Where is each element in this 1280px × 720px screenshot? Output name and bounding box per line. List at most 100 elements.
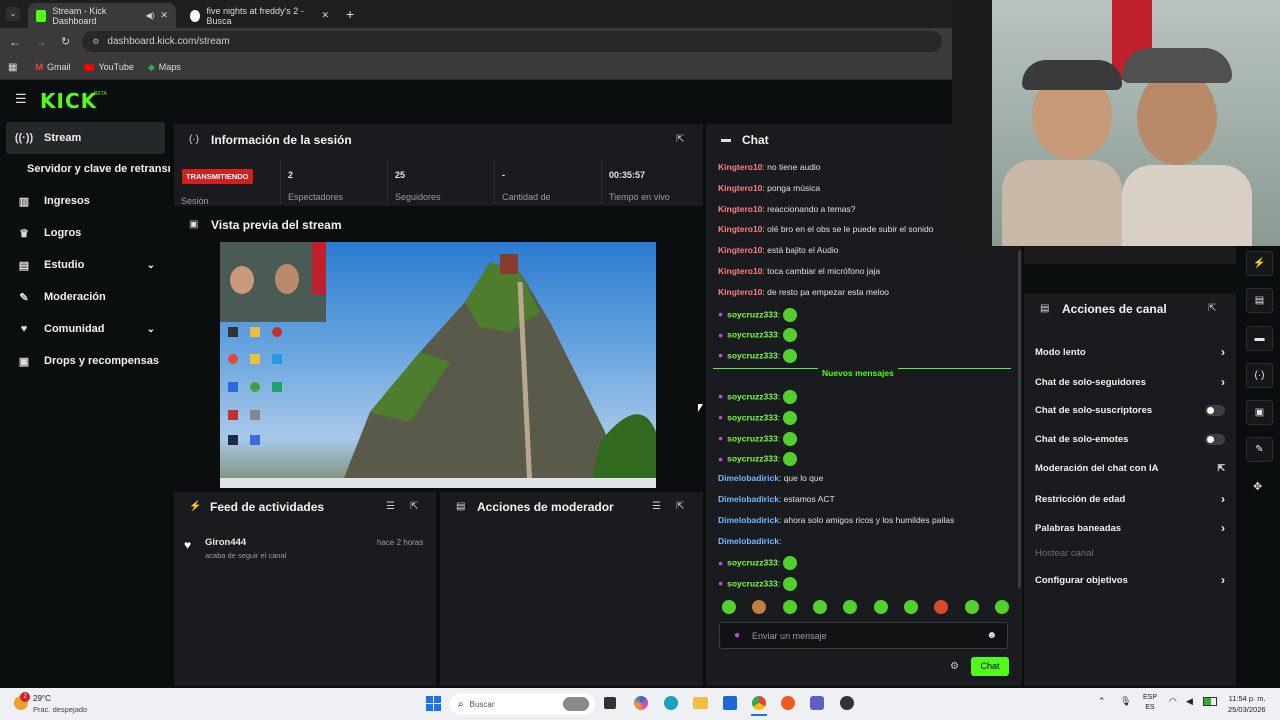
- tab-stream[interactable]: Stream - Kick Dashboard ◀) ✕: [28, 3, 176, 28]
- microphone-tray-icon[interactable]: 🎙: [1120, 696, 1131, 707]
- chat-username[interactable]: Kingtero10: [718, 204, 762, 214]
- emote-icon[interactable]: [964, 600, 979, 614]
- emote-icon[interactable]: [873, 600, 888, 614]
- chat-username[interactable]: Kingtero10: [718, 224, 762, 234]
- close-icon[interactable]: ✕: [321, 10, 329, 21]
- teams-icon[interactable]: [810, 696, 824, 710]
- settings-gear-icon[interactable]: ⚙: [950, 661, 959, 672]
- chat-input[interactable]: ● Enviar un mensaje ☻: [719, 622, 1008, 649]
- filter-icon[interactable]: ☰: [652, 501, 661, 512]
- windows-start-icon[interactable]: [426, 696, 441, 711]
- quick-action-window-icon[interactable]: ▣: [1246, 400, 1273, 425]
- url-field[interactable]: ⚙ dashboard.kick.com/stream: [82, 31, 943, 52]
- action-ai-moderation[interactable]: Moderación del chat con IA ⇱: [1035, 463, 1225, 474]
- chat-username[interactable]: soycruzz333: [727, 412, 778, 422]
- task-view-icon[interactable]: [604, 697, 616, 709]
- filter-icon[interactable]: ☰: [386, 501, 395, 512]
- kick-logo[interactable]: KICK: [40, 89, 97, 113]
- feed-item-user[interactable]: Giron444: [205, 537, 246, 548]
- chat-username[interactable]: Dimelobadirick: [718, 473, 779, 483]
- copilot-icon[interactable]: [634, 696, 648, 710]
- wifi-icon[interactable]: ◠: [1169, 696, 1177, 707]
- chat-username[interactable]: Dimelobadirick: [718, 494, 779, 504]
- clock[interactable]: 11:54 p. m. 25/03/2026: [1228, 693, 1266, 715]
- taskbar-search[interactable]: ⌕ Buscar: [450, 693, 595, 715]
- chat-username[interactable]: Dimelobadirick: [718, 536, 779, 546]
- action-subscribers-only[interactable]: Chat de solo-suscriptores: [1035, 405, 1225, 416]
- quick-action-broadcast-icon[interactable]: (·): [1246, 363, 1273, 388]
- emotes-only-toggle[interactable]: [1205, 434, 1225, 445]
- emote-icon[interactable]: [752, 600, 767, 614]
- chat-scrollbar[interactable]: [1018, 250, 1021, 588]
- sidebar-item-estudio[interactable]: ▤ Estudio ⌄: [6, 249, 165, 281]
- chat-username[interactable]: Kingtero10: [718, 245, 762, 255]
- action-slow-mode[interactable]: Modo lento ›: [1035, 345, 1225, 359]
- action-banned-words[interactable]: Palabras baneadas ›: [1035, 521, 1225, 535]
- sidebar-item-moderacion[interactable]: ✎ Moderación: [6, 281, 165, 313]
- popout-icon[interactable]: ⇱: [676, 134, 684, 145]
- chat-username[interactable]: Kingtero10: [718, 162, 762, 172]
- quick-action-chat-icon[interactable]: ▬: [1246, 326, 1273, 351]
- language-indicator[interactable]: ESP ES: [1143, 693, 1157, 713]
- chat-username[interactable]: soycruzz333: [727, 350, 778, 360]
- quick-action-settings-icon[interactable]: ✥: [1253, 480, 1262, 493]
- action-age-restriction[interactable]: Restricción de edad ›: [1035, 492, 1225, 506]
- emoji-icon[interactable]: ☻: [986, 630, 997, 641]
- hamburger-menu-icon[interactable]: ☰: [15, 92, 28, 106]
- emote-icon[interactable]: [722, 600, 736, 614]
- forward-icon[interactable]: →: [35, 35, 47, 49]
- popout-icon[interactable]: ⇱: [1208, 303, 1216, 314]
- apps-grid-icon[interactable]: ▦: [8, 62, 17, 73]
- popout-icon[interactable]: ⇱: [676, 501, 684, 512]
- reload-icon[interactable]: ↻: [61, 35, 70, 48]
- file-explorer-icon[interactable]: [693, 697, 708, 709]
- obs-icon[interactable]: [840, 696, 854, 710]
- close-icon[interactable]: ✕: [160, 10, 168, 21]
- sidebar-item-server-key[interactable]: Servidor y clave de retransmisión: [6, 153, 170, 185]
- battery-icon[interactable]: [1203, 697, 1217, 706]
- subscribers-only-toggle[interactable]: [1205, 405, 1225, 416]
- new-tab-icon[interactable]: +: [346, 6, 354, 22]
- chat-username[interactable]: soycruzz333: [727, 558, 778, 568]
- chat-username[interactable]: soycruzz333: [727, 433, 778, 443]
- app-icon[interactable]: [781, 696, 795, 710]
- chat-username[interactable]: soycruzz333: [727, 309, 778, 319]
- site-info-icon[interactable]: ⚙: [92, 37, 99, 46]
- quick-action-wrench-icon[interactable]: ✎: [1246, 437, 1273, 462]
- action-configure-goals[interactable]: Configurar objetivos ›: [1035, 573, 1225, 587]
- chat-username[interactable]: soycruzz333: [727, 454, 778, 464]
- chat-username[interactable]: Kingtero10: [718, 183, 762, 193]
- back-icon[interactable]: ←: [9, 35, 21, 49]
- sidebar-item-ingresos[interactable]: ▥ Ingresos: [6, 185, 165, 217]
- quick-action-bolt-icon[interactable]: ⚡: [1246, 251, 1273, 276]
- popout-icon[interactable]: ⇱: [410, 501, 418, 512]
- send-chat-button[interactable]: Chat: [971, 657, 1009, 676]
- edge-icon[interactable]: [664, 696, 678, 710]
- emote-icon[interactable]: [903, 600, 918, 614]
- volume-icon[interactable]: ◀: [1186, 696, 1193, 707]
- emote-icon[interactable]: [812, 600, 827, 614]
- sidebar-item-comunidad[interactable]: ♥ Comunidad ⌄: [6, 313, 165, 345]
- sidebar-item-logros[interactable]: ♛ Logros: [6, 217, 165, 249]
- emote-icon[interactable]: [782, 600, 797, 614]
- stream-preview-video[interactable]: [220, 242, 656, 488]
- bookmark-maps[interactable]: ◆ Maps: [148, 62, 181, 73]
- emote-icon[interactable]: [994, 600, 1009, 614]
- chat-username[interactable]: soycruzz333: [727, 578, 778, 588]
- tray-overflow-icon[interactable]: ⌃: [1098, 696, 1106, 707]
- chat-username[interactable]: soycruzz333: [727, 391, 778, 401]
- chrome-icon[interactable]: [752, 696, 766, 710]
- emote-icon[interactable]: [934, 600, 949, 614]
- chat-username[interactable]: soycruzz333: [727, 330, 778, 340]
- bookmark-gmail[interactable]: M Gmail: [35, 62, 70, 72]
- chat-username[interactable]: Kingtero10: [718, 287, 762, 297]
- sidebar-item-stream[interactable]: ((·)) Stream: [6, 122, 165, 154]
- tab-search[interactable]: five nights at freddy's 2 - Busca ✕: [182, 3, 337, 28]
- action-emotes-only[interactable]: Chat de solo-emotes: [1035, 434, 1225, 445]
- emote-icon[interactable]: [843, 600, 858, 614]
- outlook-icon[interactable]: [723, 696, 737, 710]
- quick-action-document-icon[interactable]: ▤: [1246, 288, 1273, 313]
- tab-search-icon[interactable]: ⌄: [6, 7, 20, 21]
- action-followers-only[interactable]: Chat de solo-seguidores ›: [1035, 375, 1225, 389]
- bookmark-youtube[interactable]: YouTube: [84, 62, 134, 72]
